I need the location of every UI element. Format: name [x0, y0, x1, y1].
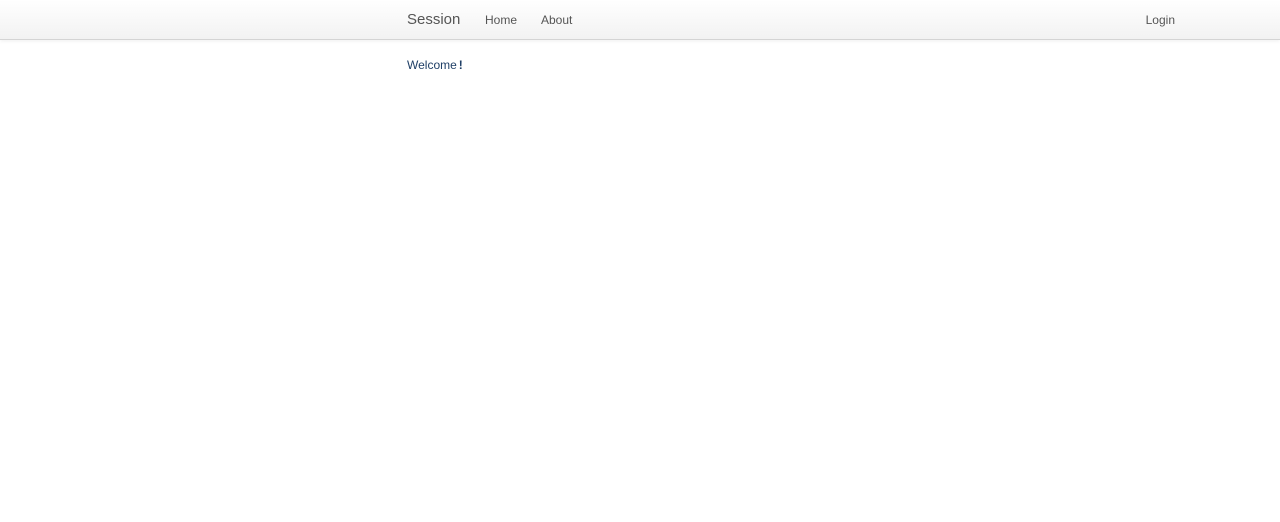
welcome-text: Welcome	[407, 58, 457, 72]
nav-home-link[interactable]: Home	[485, 0, 517, 40]
top-navbar: Session Home About Login	[0, 0, 1280, 40]
nav-about-link[interactable]: About	[541, 0, 572, 40]
login-link[interactable]: Login	[1146, 0, 1175, 40]
brand-link[interactable]: Session	[407, 0, 460, 40]
navbar-container: Session Home About Login	[397, 0, 1185, 40]
main-content: Welcome!	[407, 58, 463, 72]
welcome-exclamation: !	[458, 58, 463, 72]
